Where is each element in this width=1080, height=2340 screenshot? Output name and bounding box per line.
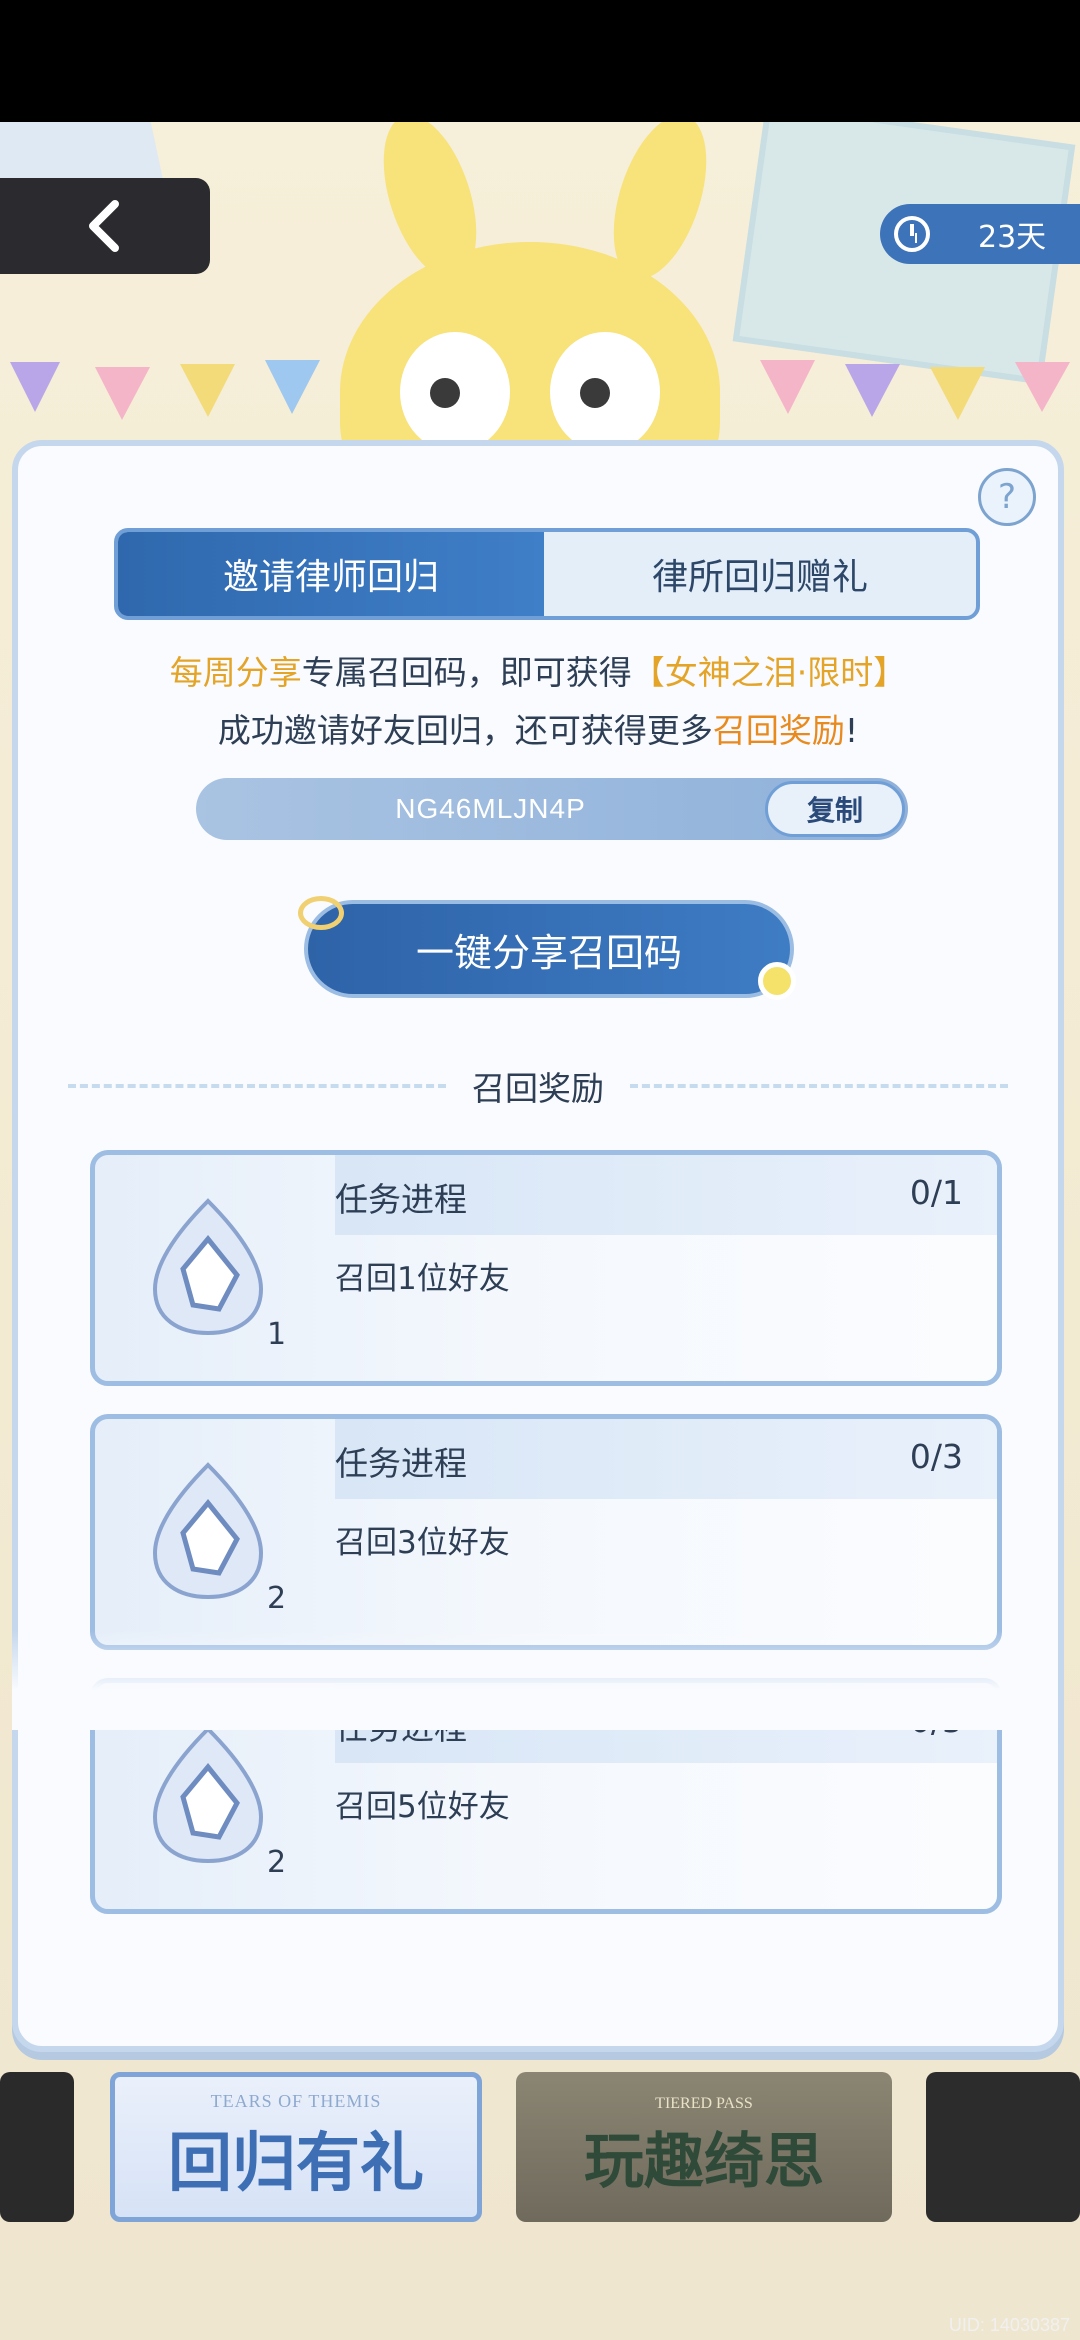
reward-count: 1 [267,1317,287,1352]
tab-bar: 邀请律师回归 律所回归赠礼 [114,528,980,620]
share-button-label: 一键分享召回码 [415,930,682,975]
reward-progress: 0/3 [909,1437,963,1476]
tear-gem-icon [152,1726,264,1864]
description-text: 专属召回码，即可获得 [301,653,632,692]
tear-gem-icon [152,1198,264,1336]
invite-code-field: NG46MLJN4P 复制 [196,778,908,840]
banner-tiered-pass[interactable]: TIERED PASS 玩趣绮思 [516,2072,892,2222]
section-divider: 召回奖励 [68,1066,1008,1108]
reward-title: 任务进程 [335,1180,467,1219]
event-banner-strip: TEARS OF THEMIS 回归有礼 TIERED PASS 玩趣绮思 [0,2072,1080,2272]
uid-label: UID: 14030387 [948,2315,1070,2335]
highlight-weekly-share: 每周分享 [169,653,302,692]
tab-firm-gift[interactable]: 律所回归赠礼 [544,532,976,616]
timer-label: 23天 [978,220,1047,255]
recall-panel: ? 邀请律师回归 律所回归赠礼 每周分享专属召回码，即可获得【女神之泪·限时】 … [12,440,1064,2052]
tear-gem-icon [152,1462,264,1600]
clock-icon [894,216,930,252]
highlight-recall-reward: 召回奖励 [712,711,845,750]
highlight-reward-item: 【女神之泪·限时】 [631,653,907,692]
banner-next[interactable] [926,2072,1080,2222]
bunting-decoration [10,360,1070,420]
banner-subtitle: TIERED PASS [655,2094,753,2112]
dot-icon [758,962,796,1000]
event-timer: 23天 [880,204,1080,264]
section-title: 召回奖励 [472,1069,604,1108]
reward-task: 召回3位好友 [335,1525,510,1561]
reward-task: 召回5位好友 [335,1789,510,1825]
banner-return-gift[interactable]: TEARS OF THEMIS 回归有礼 [110,2072,482,2222]
banner-subtitle: TEARS OF THEMIS [210,2090,382,2111]
reward-progress: 0/1 [909,1173,963,1212]
reward-card: 任务进程 0/3 召回3位好友 2 [90,1414,1002,1650]
description-line-1: 每周分享专属召回码，即可获得【女神之泪·限时】 [18,646,1058,694]
share-code-button[interactable]: 一键分享召回码 [298,896,796,1000]
banner-title: 回归有礼 [168,2125,424,2201]
paperclip-icon [298,896,344,930]
description-text: ! [844,711,859,750]
banner-previous[interactable] [0,2072,74,2222]
description-line-2: 成功邀请好友回归，还可获得更多召回奖励! [18,704,1058,752]
game-screen: 23天 ? 邀请律师回归 律所回归赠礼 每周分享专属召回码，即可获得【女神之泪·… [0,122,1080,2340]
reward-count: 2 [267,1581,287,1616]
description-text: 成功邀请好友回归，还可获得更多 [217,711,713,750]
reward-card: 任务进程 0/1 召回1位好友 1 [90,1150,1002,1386]
banner-title: 玩趣绮思 [584,2126,824,2197]
help-button[interactable]: ? [978,468,1036,526]
reward-title: 任务进程 [335,1444,467,1483]
reward-task: 召回1位好友 [335,1261,510,1297]
invite-code-value: NG46MLJN4P [395,793,586,824]
scroll-fade [12,1630,1052,1730]
tab-invite-lawyer[interactable]: 邀请律师回归 [118,532,544,616]
back-button[interactable] [0,178,210,274]
copy-button[interactable]: 复制 [765,781,905,837]
chevron-left-icon [89,200,119,252]
reward-count: 2 [267,1845,287,1880]
